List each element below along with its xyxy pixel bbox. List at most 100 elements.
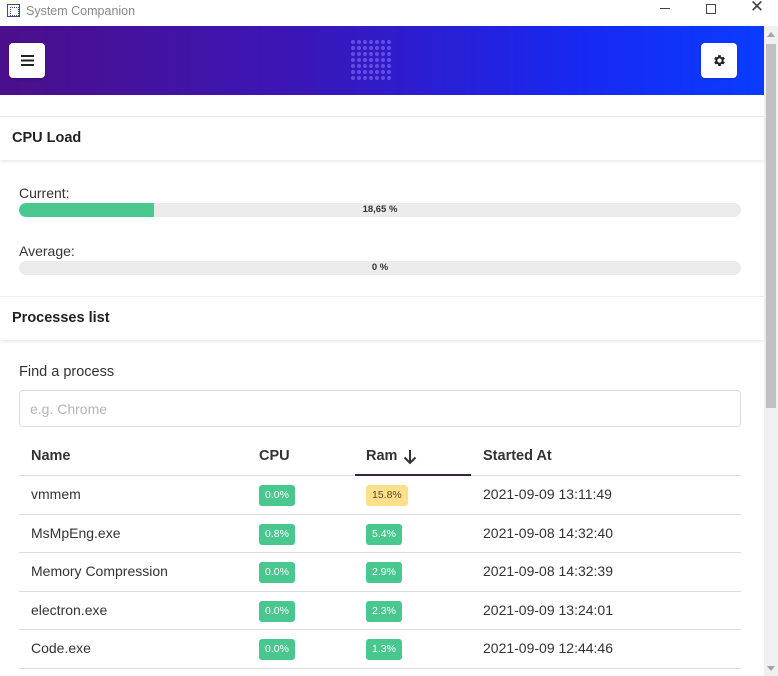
header-dot [381, 58, 385, 62]
header-dot [357, 52, 361, 56]
header-dot [369, 76, 373, 80]
settings-button[interactable] [701, 43, 737, 78]
window-title: System Companion [26, 4, 136, 18]
header-dot [351, 64, 355, 68]
cpu-usage-tag: 0.0% [259, 600, 295, 622]
vertical-scrollbar[interactable] [764, 26, 778, 676]
header-dot [363, 76, 367, 80]
minimize-icon [660, 7, 670, 9]
maximize-icon [706, 4, 716, 14]
current-cpu-value: 18,65 % [362, 204, 398, 215]
close-icon: ✕ [749, 0, 765, 16]
header-dot [387, 64, 391, 68]
process-started-at: 2021-09-08 14:32:40 [483, 524, 613, 541]
header-dot [357, 76, 361, 80]
table-row[interactable]: electron.exe 0.0% 2.3% 2021-09-09 13:24:01 [19, 592, 741, 631]
header-dot [363, 52, 367, 56]
ram-usage-tag: 2.3% [366, 600, 402, 622]
process-started-at: 2021-09-09 13:24:01 [483, 601, 613, 618]
header-dot [363, 40, 367, 44]
column-header-name[interactable]: Name [31, 448, 71, 464]
header-dot [381, 52, 385, 56]
header-dot [375, 40, 379, 44]
cpu-usage-tag: 0.8% [259, 523, 295, 545]
header-dot [369, 70, 373, 74]
table-row[interactable]: vmmem 0.0% 15.8% 2021-09-09 13:11:49 [19, 476, 741, 515]
header-dot [363, 70, 367, 74]
average-cpu-progress: 0 % [19, 261, 741, 275]
current-cpu-progress: 18,65 % [19, 203, 741, 217]
header-dot [357, 70, 361, 74]
find-process-label: Find a process [19, 364, 115, 380]
header-dot [369, 64, 373, 68]
ram-usage-tag: 1.3% [366, 639, 402, 661]
current-label: Current: [19, 185, 70, 201]
header-dot [387, 46, 391, 50]
header-dot [363, 46, 367, 50]
table-row[interactable]: Code.exe 0.0% 1.3% 2021-09-09 12:44:46 [19, 630, 741, 669]
table-row[interactable]: Memory Compression 0.0% 2.9% 2021-09-08 14:… [19, 553, 741, 592]
window-titlebar: System Companion ✕ [0, 0, 778, 26]
header-dot [369, 52, 373, 56]
app-icon [7, 4, 20, 17]
scroll-down-arrow-icon[interactable] [767, 666, 775, 671]
header-dot [381, 40, 385, 44]
column-header-ram[interactable]: Ram [366, 448, 397, 464]
scrollbar-thumb[interactable] [766, 44, 776, 408]
header-dot [381, 70, 385, 74]
header-dot [381, 64, 385, 68]
header-dot [351, 70, 355, 74]
header-dot [363, 64, 367, 68]
header-dot [387, 52, 391, 56]
header-dot [351, 76, 355, 80]
header-dot [369, 46, 373, 50]
header-dot [351, 40, 355, 44]
process-name: vmmem [31, 486, 81, 502]
header-dot [351, 46, 355, 50]
column-header-started-at[interactable]: Started At [483, 448, 552, 464]
header-dot [369, 40, 373, 44]
process-name: Memory Compression [31, 563, 168, 580]
column-header-cpu[interactable]: CPU [259, 448, 290, 464]
process-started-at: 2021-09-09 12:44:46 [483, 640, 613, 657]
process-search-input[interactable] [19, 390, 741, 427]
header-dot [375, 64, 379, 68]
header-dot [357, 58, 361, 62]
process-name: Code.exe [31, 640, 91, 657]
table-body: vmmem 0.0% 15.8% 2021-09-09 13:11:49 MsMpEng… [19, 476, 741, 669]
cpu-usage-tag: 0.0% [259, 562, 295, 584]
ram-usage-tag: 15.8% [366, 485, 408, 506]
table-header-row: Name CPU Ram Started At [19, 437, 741, 476]
process-started-at: 2021-09-08 14:32:39 [483, 563, 613, 580]
maximize-button[interactable] [688, 0, 734, 24]
header-dot [357, 46, 361, 50]
cpu-load-section-header: CPU Load [0, 116, 764, 160]
processes-heading: Processes list [12, 310, 110, 326]
header-dot [375, 70, 379, 74]
header-dot [351, 58, 355, 62]
table-row[interactable]: MsMpEng.exe 0.8% 5.4% 2021-09-08 14:32:40 [19, 515, 741, 554]
close-button[interactable]: ✕ [734, 0, 778, 18]
cpu-usage-tag: 0.0% [259, 639, 295, 661]
header-dot [357, 64, 361, 68]
processes-table: Name CPU Ram Started At vmmem 0.0% 15.8% 20… [19, 437, 741, 669]
header-dot [387, 58, 391, 62]
ram-usage-tag: 5.4% [366, 523, 402, 545]
header-dot [369, 58, 373, 62]
ram-usage-tag: 2.9% [366, 562, 402, 584]
header-dot [381, 76, 385, 80]
header-dot [363, 58, 367, 62]
header-dot [375, 58, 379, 62]
menu-button[interactable] [9, 43, 45, 78]
arrow-down-icon[interactable] [403, 449, 417, 465]
minimize-button[interactable] [642, 0, 688, 24]
header-dot [375, 52, 379, 56]
average-label: Average: [19, 243, 75, 259]
header-dot [387, 76, 391, 80]
gear-icon [713, 55, 725, 66]
scroll-up-arrow-icon[interactable] [767, 32, 775, 37]
process-name: electron.exe [31, 601, 108, 618]
average-cpu-value: 0 % [371, 262, 389, 273]
header-dot [351, 52, 355, 56]
hamburger-menu-icon [20, 55, 34, 66]
